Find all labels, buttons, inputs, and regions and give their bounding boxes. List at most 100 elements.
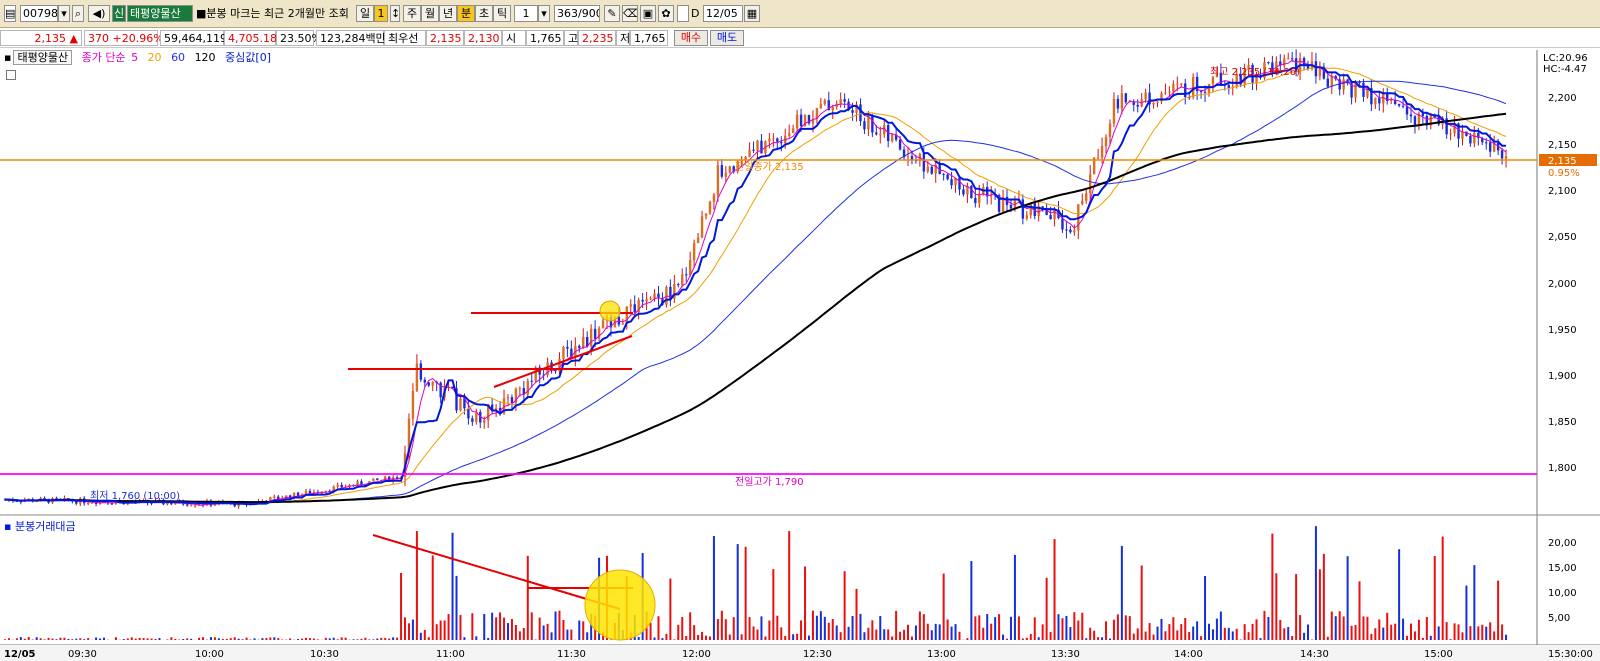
volume-bar [407,623,410,640]
candle-body [1065,229,1068,231]
candle-body [760,140,763,154]
candle-body [530,380,533,382]
price-tick-2000: 2,000 [1548,279,1577,290]
volume-bar [1271,533,1274,640]
candle-body [340,484,343,488]
volume-bar [198,637,201,640]
candle-body [506,397,510,399]
candle-body [1081,200,1084,205]
volume-bar [376,638,379,640]
candle-body [1136,104,1139,107]
volume-bar [1116,614,1119,640]
chart-canvas[interactable]: 최고 2,235 (14:26) 최저 1,760 (10:00) 전일종가 2… [0,0,1600,661]
candle-body [791,128,795,134]
volume-bar [506,623,509,640]
volume-bar [1449,639,1452,640]
volume-bar [229,638,232,640]
price-tick-2050: 2,050 [1548,232,1577,243]
volume-bar [103,637,106,640]
volume-bar [1184,618,1187,640]
candle-body [946,174,949,180]
candle-body [1096,157,1100,159]
candle-body [780,141,783,144]
volume-bar [1374,628,1377,640]
volume-bar [772,569,775,640]
candle-body [94,502,98,505]
volume-bar [455,575,458,640]
time-axis-date: 12/05 [4,649,36,660]
volume-bar [170,637,173,640]
volume-bar [673,639,676,640]
volume-bar [344,637,347,640]
candle-body [1061,218,1064,230]
candle-body [1069,229,1072,233]
candle-body [625,306,629,324]
volume-bar [404,617,407,640]
volume-bar [538,617,541,640]
volume-bar [1469,626,1472,640]
volume-bar [582,621,585,640]
volume-bar [372,639,375,640]
candle-body [1100,146,1104,158]
volume-bar [1334,616,1337,640]
candle-body [681,274,684,286]
candle-body [336,484,339,487]
volume-bar [1140,565,1143,640]
volume-bar [431,555,434,640]
volume-bar [1330,611,1333,640]
candle-body [970,185,973,198]
volume-bar [182,639,185,640]
volume-bar [546,623,549,640]
volume-bar [1433,556,1436,640]
time-label-1500: 15:00 [1424,649,1453,660]
volume-bar [4,639,6,640]
volume-bar [1057,614,1060,640]
candle-body [898,139,902,150]
volume-bar [83,639,86,640]
candle-body [649,298,652,300]
volume-bar [289,638,292,640]
volume-bar [55,639,58,640]
volume-bar [384,638,387,640]
volume-bar [1136,628,1139,640]
volume-bar [443,620,446,640]
volume-bar [1473,565,1476,640]
volume-bar [522,628,525,640]
volume-bar [388,638,391,640]
candle-body [799,114,803,127]
candle-body [787,133,791,136]
volume-bar [1263,610,1266,640]
candle-body [593,328,597,339]
volume-bar [1219,611,1222,640]
candle-body [1164,92,1167,94]
vol-tick-15: 15,00 [1548,563,1577,574]
volume-bar [1093,630,1096,640]
candle-body [677,284,680,286]
volume-bar [1453,623,1456,640]
volume-bar [51,638,54,640]
candle-body [1120,93,1124,109]
volume-bar [1409,623,1412,640]
candle-body [419,363,423,380]
candle-body [1362,82,1365,97]
volume-bar [661,638,664,640]
volume-bar [1231,631,1234,640]
volume-bar [1148,623,1151,640]
volume-bar [154,638,157,640]
volume-bar [150,638,153,640]
candle-body [1203,91,1207,93]
volume-bar [792,634,795,640]
volume-bar [942,573,945,640]
candle-body [1421,113,1425,116]
candle-body [1504,156,1508,159]
volume-bar [1501,624,1504,640]
volume-bar [1196,621,1199,640]
volume-bar [487,637,490,640]
candle-body [467,408,470,419]
candle-body [1144,92,1147,100]
volume-bar [570,629,573,640]
volume-bar [130,637,133,640]
candle-body [819,104,823,109]
volume-bar [1307,624,1310,640]
candle-body [1184,83,1187,98]
